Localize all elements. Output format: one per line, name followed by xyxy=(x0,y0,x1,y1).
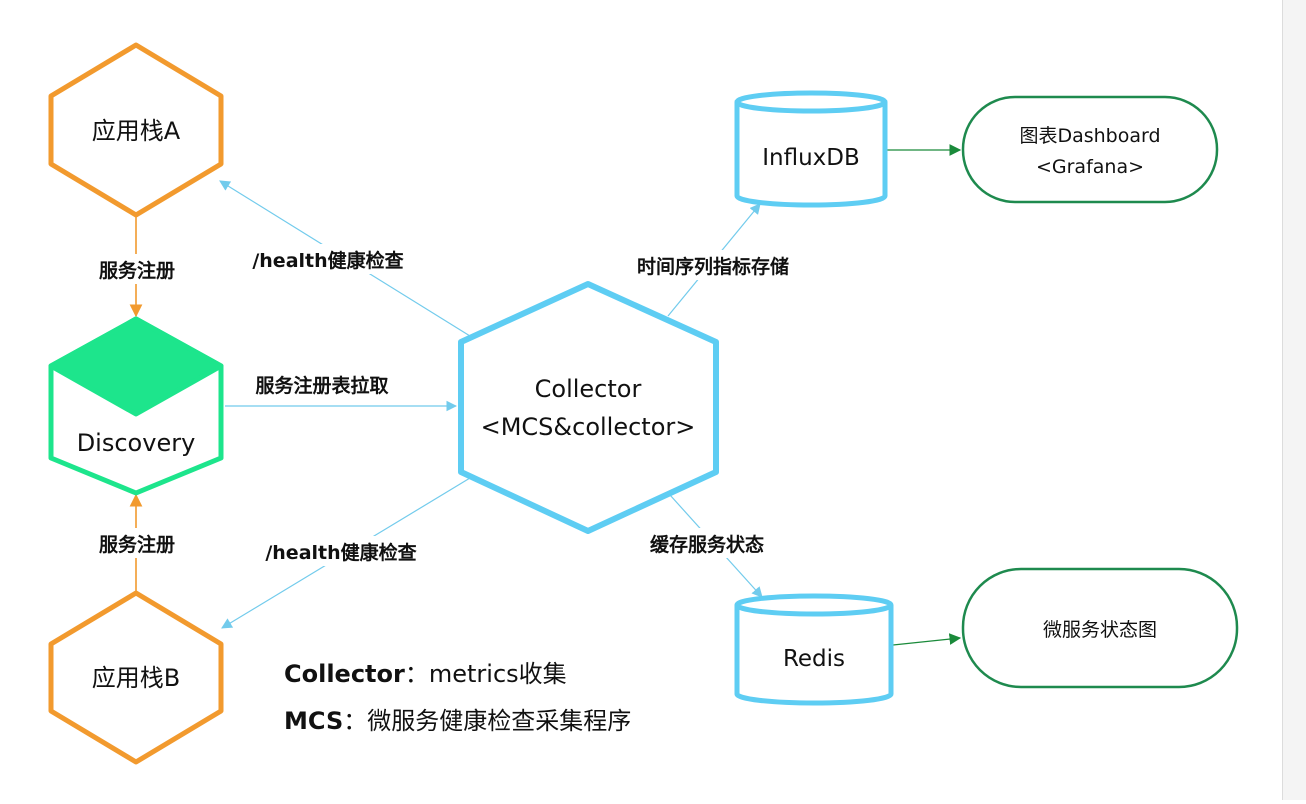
edge-label-pull-registry: 服务注册表拉取 xyxy=(255,374,388,397)
edge-label-health-check-a: /health健康检查 xyxy=(252,249,404,272)
app-stack-a-node: 应用栈A xyxy=(48,42,224,218)
app-stack-b-label: 应用栈B xyxy=(92,664,180,692)
discovery-node: Discovery xyxy=(48,316,224,496)
app-stack-a-label: 应用栈A xyxy=(92,117,181,145)
edge-health-check-a: /health健康检查 xyxy=(219,180,471,337)
legend-item-collector: Collector：metrics收集 xyxy=(284,660,567,688)
legend-term-mcs: MCS xyxy=(284,707,343,735)
influxdb-label: InfluxDB xyxy=(762,145,860,171)
legend-sep-mcs: ： xyxy=(343,707,367,735)
legend-term-collector: Collector xyxy=(284,660,405,688)
edge-cache-status: 缓存服务状态 xyxy=(634,494,780,598)
status-graph-label: 微服务状态图 xyxy=(1043,619,1157,641)
edge-register-top: 服务注册 xyxy=(86,217,188,318)
edge-redis-to-status xyxy=(892,633,962,646)
collector-node: Collector <MCS&collector> xyxy=(458,281,719,534)
architecture-diagram: 服务注册 服务注册 /health健康检查 /health健康检查 服务注册表拉… xyxy=(0,0,1306,800)
edge-label-timeseries-store: 时间序列指标存储 xyxy=(637,255,789,278)
edge-label-cache-status: 缓存服务状态 xyxy=(650,533,764,556)
diagram-canvas: 服务注册 服务注册 /health健康检查 /health健康检查 服务注册表拉… xyxy=(48,42,1239,765)
edge-timeseries-store: 时间序列指标存储 xyxy=(618,203,808,317)
edge-label-register-bottom: 服务注册 xyxy=(99,533,175,556)
dashboard-label-line1: 图表Dashboard xyxy=(1019,125,1160,147)
influxdb-node: InfluxDB xyxy=(734,90,888,208)
status-graph-node: 微服务状态图 xyxy=(961,567,1239,689)
edge-label-register-top: 服务注册 xyxy=(99,259,175,282)
collector-label-line2: <MCS&collector> xyxy=(481,413,696,441)
edge-pull-registry: 服务注册表拉取 xyxy=(225,374,458,412)
legend-desc-collector: metrics收集 xyxy=(429,660,567,688)
dashboard-node: 图表Dashboard <Grafana> xyxy=(961,95,1219,204)
discovery-label: Discovery xyxy=(77,429,196,457)
legend-sep-collector: ： xyxy=(405,660,429,688)
legend: Collector：metrics收集 MCS：微服务健康检查采集程序 xyxy=(284,660,631,735)
edge-register-bottom: 服务注册 xyxy=(86,493,188,591)
edge-label-health-check-b: /health健康检查 xyxy=(265,541,417,564)
legend-item-mcs: MCS：微服务健康检查采集程序 xyxy=(284,707,631,735)
legend-desc-mcs: 微服务健康检查采集程序 xyxy=(367,707,631,735)
edge-health-check-b: /health健康检查 xyxy=(221,477,471,629)
collector-label-line1: Collector xyxy=(535,375,642,403)
redis-node: Redis xyxy=(734,593,894,706)
redis-label: Redis xyxy=(783,646,845,672)
window-right-edge xyxy=(1282,0,1306,800)
app-stack-b-node: 应用栈B xyxy=(48,590,224,765)
dashboard-label-line2: <Grafana> xyxy=(1036,156,1144,178)
